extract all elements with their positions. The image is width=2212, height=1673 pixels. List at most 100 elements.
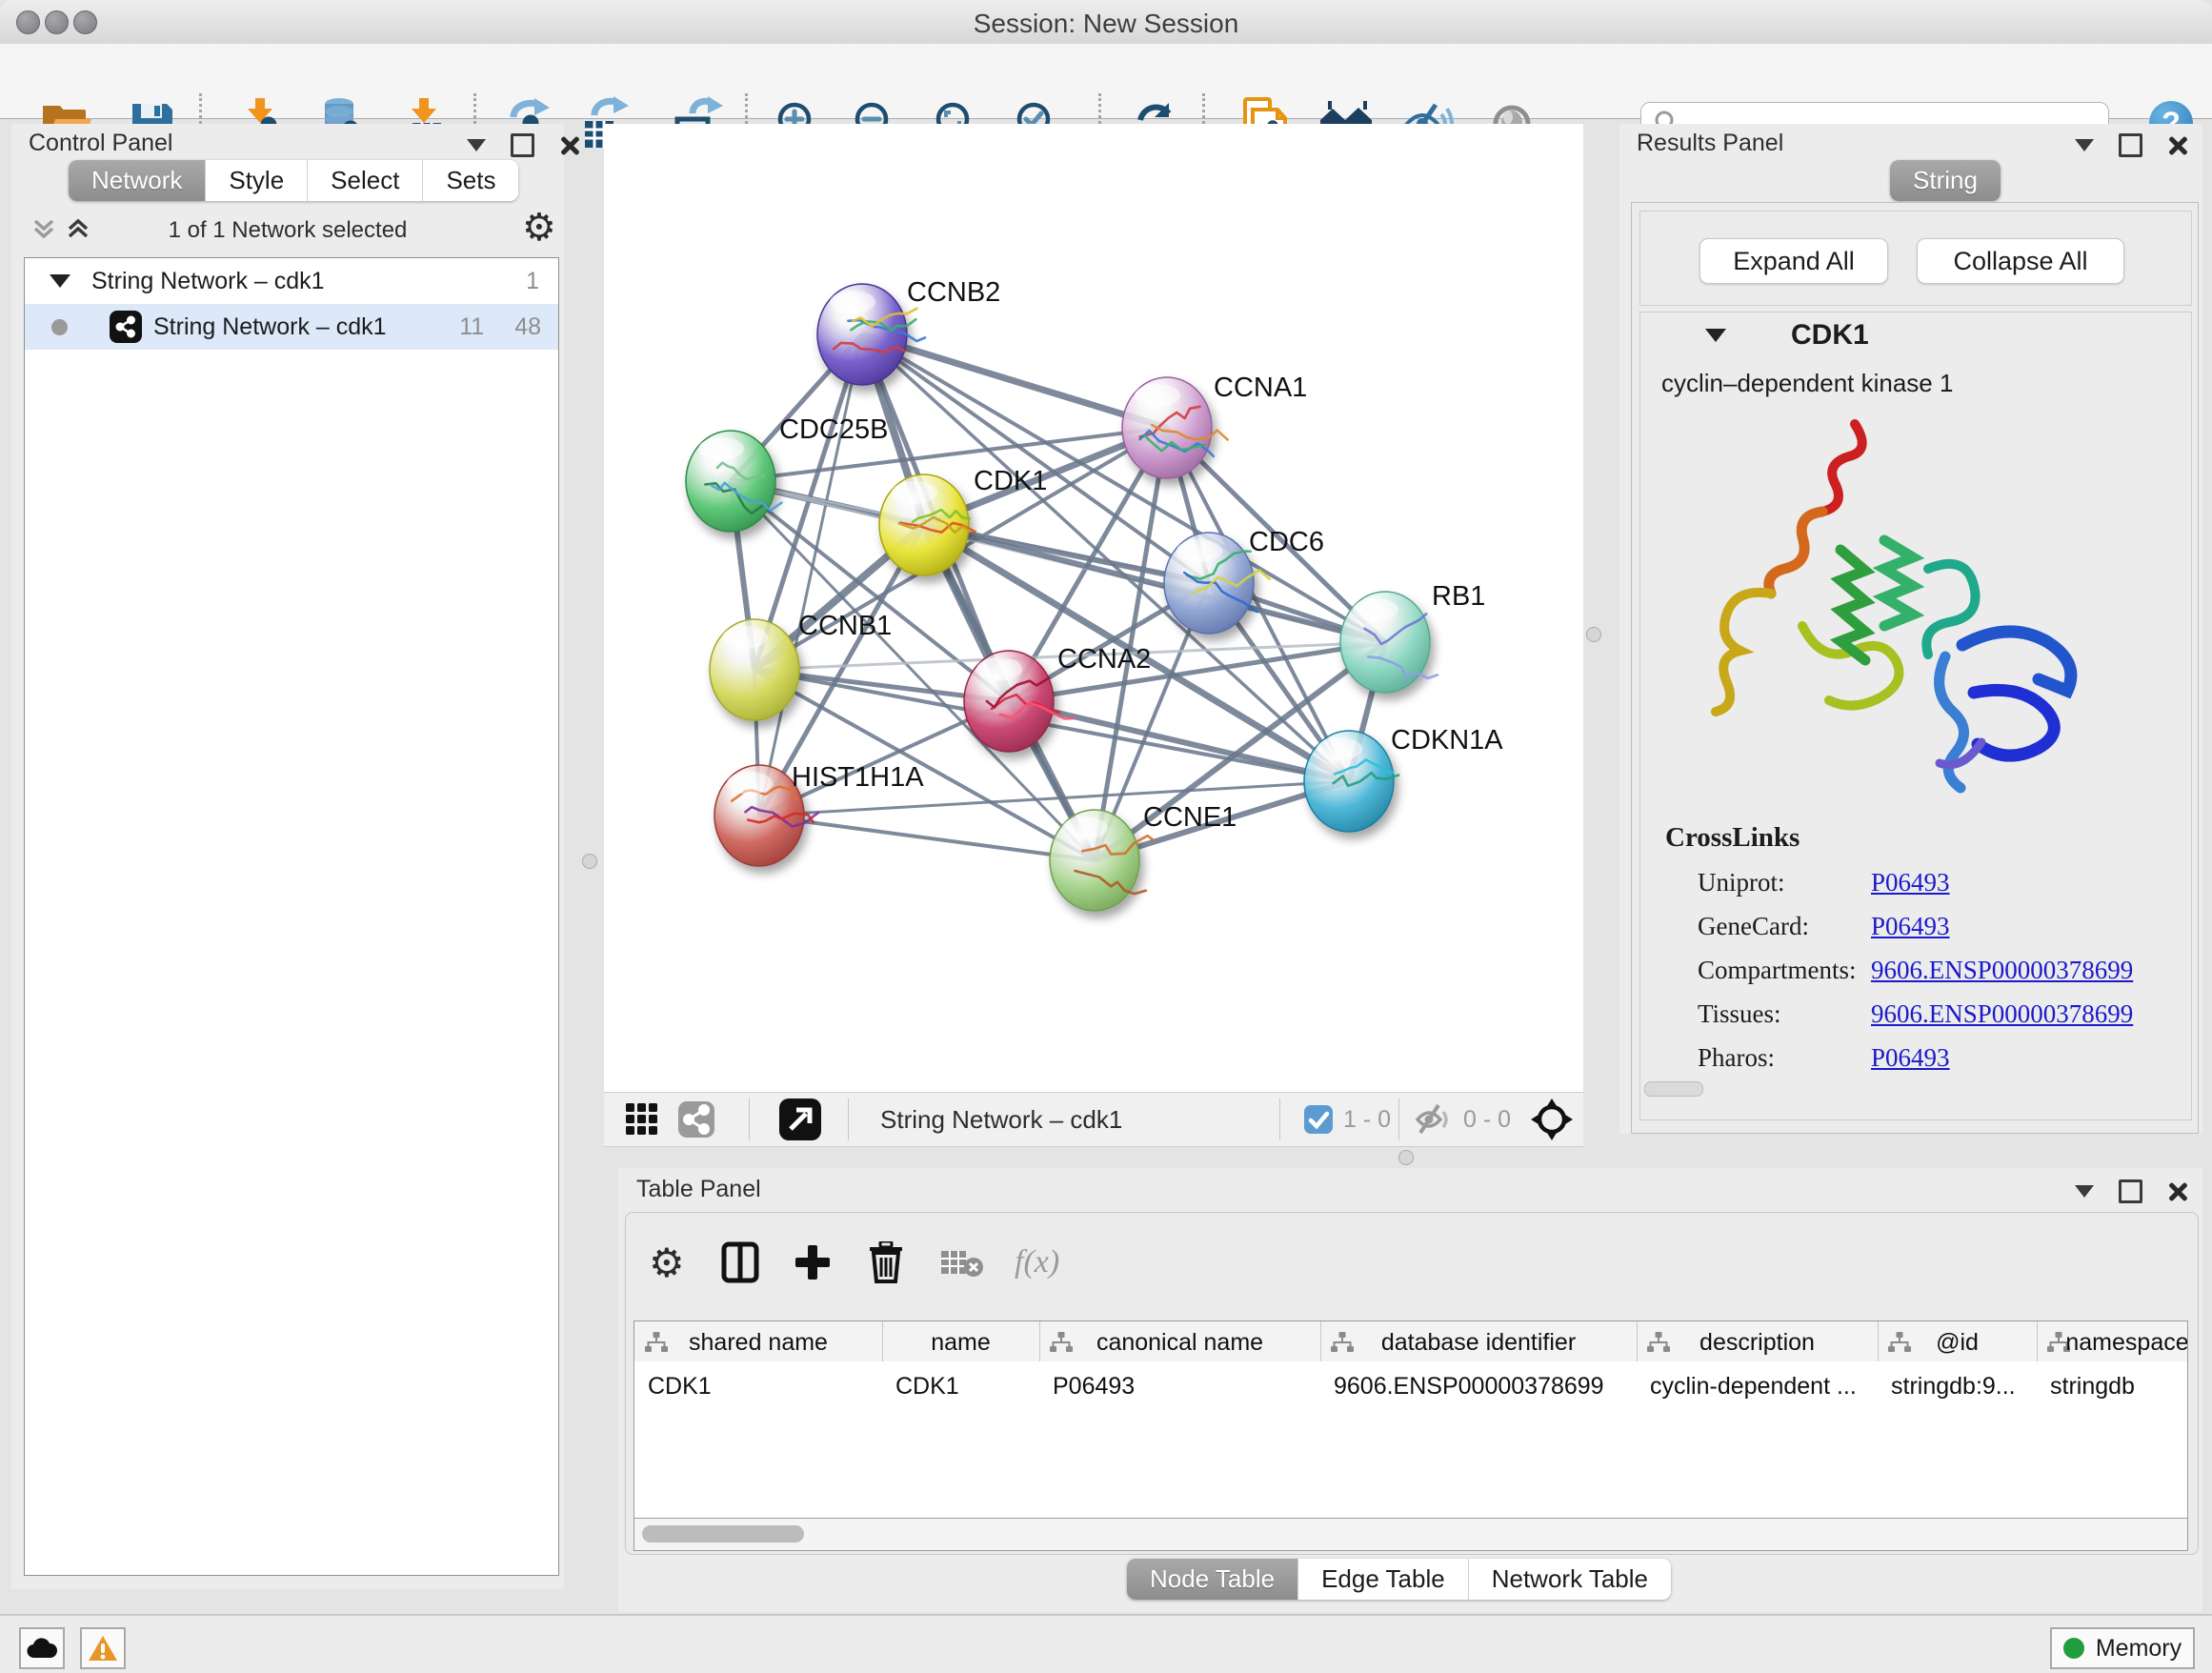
table-cell[interactable]: CDK1 (895, 1373, 959, 1401)
memory-button[interactable]: Memory (2050, 1627, 2195, 1669)
expand-all-tree-button[interactable] (65, 215, 91, 242)
tab-string[interactable]: String (1890, 160, 2001, 201)
share-view-button[interactable] (678, 1093, 714, 1146)
network-node-RB1[interactable]: RB1 (1340, 581, 1485, 693)
panel-menu-icon[interactable] (2075, 1185, 2094, 1198)
expand-all-button[interactable]: Expand All (1699, 238, 1888, 284)
toolbar-separator (749, 1099, 750, 1140)
delete-column-button[interactable] (868, 1236, 904, 1289)
right-splitter-handle[interactable] (1586, 627, 1601, 642)
crosslink-row: Uniprot:P06493 (1698, 868, 1950, 897)
table-options-button[interactable]: ⚙ (649, 1236, 685, 1289)
crosslink-label: Uniprot: (1698, 868, 1871, 897)
column-header-name[interactable]: name (882, 1321, 1040, 1362)
table-hscrollbar-thumb[interactable] (642, 1525, 804, 1542)
table-cell[interactable]: 9606.ENSP00000378699 (1334, 1373, 1604, 1401)
open-in-window-button[interactable] (779, 1093, 821, 1146)
crosslink-value-link[interactable]: 9606.ENSP00000378699 (1871, 999, 2133, 1028)
network-edge-count: 48 (514, 313, 541, 341)
panel-close-icon[interactable] (559, 135, 580, 156)
gene-entry-header[interactable]: CDK1 (1639, 312, 2192, 359)
table-cell[interactable]: cyclin-dependent ... (1650, 1373, 1857, 1401)
cloud-status-button[interactable] (19, 1627, 65, 1669)
gloss-highlight (698, 437, 744, 460)
network-node-CCNA1[interactable]: CCNA1 (1122, 373, 1307, 478)
table-cell[interactable]: stringdb:9... (1891, 1373, 2016, 1401)
horizontal-splitter-handle[interactable] (1398, 1150, 1414, 1165)
crosslink-row: GeneCard:P06493 (1698, 912, 1950, 941)
node-label-CDK1: CDK1 (974, 466, 1047, 496)
crosslink-value-link[interactable]: P06493 (1871, 912, 1950, 940)
crosslink-label: Compartments: (1698, 956, 1871, 985)
tab-style[interactable]: Style (205, 160, 307, 201)
tab-node-table[interactable]: Node Table (1127, 1559, 1297, 1600)
network-edge-CCNB2-CCNA1[interactable] (862, 334, 1167, 428)
network-canvas[interactable]: CCNB2CCNA1CDC25BCDK1CDC6RB1CCNB1CCNA2CDK… (604, 124, 1583, 1092)
left-splitter-handle[interactable] (582, 854, 597, 869)
network-options-gear-icon[interactable]: ⚙ (522, 206, 556, 250)
column-header-description[interactable]: description (1637, 1321, 1879, 1362)
gene-description: cyclin–dependent kinase 1 (1661, 369, 1953, 398)
network-node-HIST1H1A[interactable]: HIST1H1A (714, 762, 924, 866)
tab-select[interactable]: Select (307, 160, 422, 201)
panel-float-icon[interactable] (2119, 1179, 2142, 1203)
tab-edge-table[interactable]: Edge Table (1297, 1559, 1468, 1600)
column-header-@id[interactable]: @id (1878, 1321, 2038, 1362)
birds-eye-grid-button[interactable] (625, 1093, 659, 1146)
collapse-all-button[interactable]: Collapse All (1917, 238, 2124, 284)
tab-network[interactable]: Network (69, 160, 205, 201)
crosslink-value-link[interactable]: P06493 (1871, 1043, 1950, 1072)
network-collection-row[interactable]: String Network – cdk1 1 (25, 258, 558, 304)
hidden-elements-button[interactable] (1414, 1093, 1454, 1146)
entry-hscrollbar[interactable] (1644, 1081, 1703, 1097)
column-header-database-identifier[interactable]: database identifier (1320, 1321, 1638, 1362)
node-label-RB1: RB1 (1432, 581, 1485, 612)
share-gray-icon (678, 1101, 714, 1138)
toolbar-separator (1279, 1099, 1280, 1140)
warnings-button[interactable] (80, 1627, 126, 1669)
panel-close-icon[interactable] (2167, 135, 2188, 156)
show-columns-button[interactable] (721, 1236, 759, 1289)
panel-close-icon[interactable] (2167, 1181, 2188, 1202)
network-row-selected[interactable]: String Network – cdk1 11 48 (25, 304, 558, 350)
table-cell[interactable]: stringdb (2050, 1373, 2135, 1401)
control-panel: Control Panel NetworkStyleSelectSets 1 o… (11, 124, 564, 1589)
panel-float-icon[interactable] (2119, 133, 2142, 157)
window-title: Session: New Session (0, 9, 2212, 39)
selected-nodes-checkbox[interactable] (1303, 1093, 1334, 1146)
table-cell[interactable]: P06493 (1053, 1373, 1135, 1401)
crosslink-value-link[interactable]: P06493 (1871, 868, 1950, 897)
panel-float-icon[interactable] (511, 133, 534, 157)
column-header-canonical-name[interactable]: canonical name (1039, 1321, 1321, 1362)
fit-selected-button[interactable] (1530, 1093, 1574, 1146)
network-node-CDK1[interactable]: CDK1 (879, 466, 1047, 575)
network-node-CDC6[interactable]: CDC6 (1164, 527, 1324, 634)
gloss-highlight (1353, 598, 1398, 621)
panel-menu-icon[interactable] (467, 139, 486, 151)
crosslink-value-link[interactable]: 9606.ENSP00000378699 (1871, 956, 2133, 984)
crosslink-label: GeneCard: (1698, 912, 1871, 941)
network-edge-HIST1H1A-CCNE1[interactable] (759, 816, 1095, 860)
hidden-node-edge-counts: 0 - 0 (1463, 1093, 1511, 1146)
create-column-button[interactable] (794, 1236, 832, 1289)
network-node-CDKN1A[interactable]: CDKN1A (1304, 725, 1503, 832)
network-edge-CCNA2-CDKN1A[interactable] (1009, 701, 1349, 781)
crosslink-label: Tissues: (1698, 999, 1871, 1029)
column-header-shared-name[interactable]: shared name (634, 1321, 883, 1362)
collection-expander-icon[interactable] (50, 274, 70, 288)
panel-menu-icon[interactable] (2075, 139, 2094, 151)
tab-sets[interactable]: Sets (422, 160, 518, 201)
table-hscrollbar[interactable] (633, 1519, 2188, 1551)
collapse-all-tree-button[interactable] (30, 215, 57, 242)
network-node-CCNE1[interactable]: CCNE1 (1050, 802, 1237, 911)
column-header-label: shared name (634, 1329, 882, 1357)
collection-label: String Network – cdk1 (91, 268, 325, 295)
table-cell[interactable]: CDK1 (648, 1373, 712, 1401)
gene-name: CDK1 (1791, 319, 1869, 352)
entry-expander-icon[interactable] (1705, 329, 1726, 342)
string-network-graph[interactable]: CCNB2CCNA1CDC25BCDK1CDC6RB1CCNB1CCNA2CDK… (604, 124, 1583, 1092)
memory-status-dot-icon (2063, 1638, 2084, 1659)
tab-network-table[interactable]: Network Table (1468, 1559, 1671, 1600)
column-header-namespace[interactable]: namespace (2037, 1321, 2188, 1362)
table-header-row: shared namenamecanonical namedatabase id… (633, 1320, 2188, 1362)
